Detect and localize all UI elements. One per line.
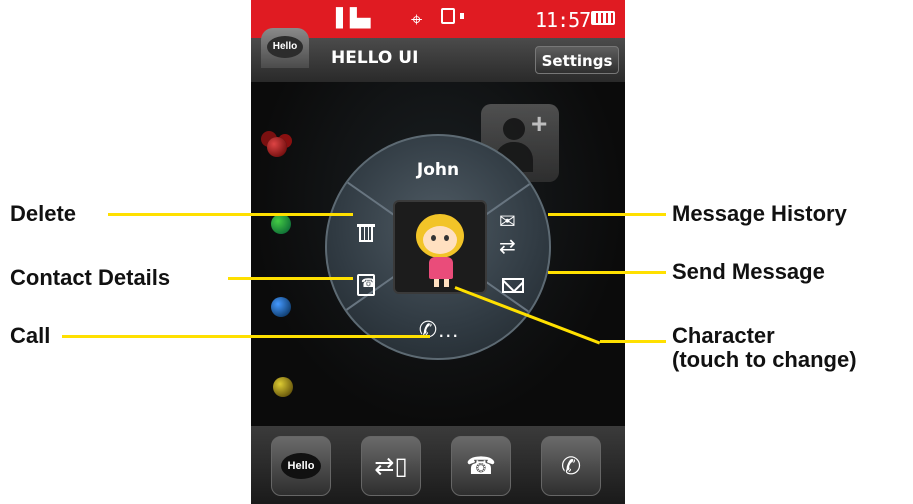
message-history-button[interactable]: ✉⇄ <box>499 211 527 258</box>
message-exchange-icon: ⇄▯ <box>374 452 408 480</box>
hello-home-button[interactable]: Hello <box>271 436 331 496</box>
title-bar: Hello HELLO UI Settings <box>251 28 625 82</box>
call-button[interactable]: ✆… <box>419 316 459 344</box>
clock: 11:57 <box>535 8 591 32</box>
character-callout-line2: (touch to change) <box>672 347 857 372</box>
character-callout-line <box>600 340 666 343</box>
character-avatar-button[interactable] <box>393 200 487 294</box>
contact-details-callout-label: Contact Details <box>10 265 171 290</box>
main-stage: + John ✉⇄ ✆… <box>251 82 625 426</box>
gps-icon: ⌖ <box>411 7 423 31</box>
contact-details-callout-line <box>228 277 353 280</box>
settings-button[interactable]: Settings <box>535 46 619 74</box>
character-dress <box>429 257 453 279</box>
character-leg <box>434 279 439 287</box>
hello-logo-icon: Hello <box>281 453 321 479</box>
trash-icon <box>359 226 373 242</box>
call-callout-line <box>62 335 430 338</box>
delete-button[interactable] <box>352 220 380 248</box>
dialer-button[interactable]: ✆ <box>541 436 601 496</box>
phone-handset-icon: ✆ <box>560 452 582 480</box>
delete-callout-line <box>108 213 353 216</box>
character-eye <box>431 235 436 241</box>
memory-card-icon <box>441 8 464 24</box>
yellow-contact-dot[interactable] <box>273 377 293 397</box>
blue-contact-dot[interactable] <box>271 297 291 317</box>
call-callout-label: Call <box>10 323 51 348</box>
send-message-callout-label: Send Message <box>672 259 825 284</box>
phone-screen: ▐▐▄ ⌖ 11:57 Hello HELLO UI Settings + Jo… <box>251 0 625 504</box>
radial-contact-menu: John ✉⇄ ✆… <box>325 134 551 360</box>
contact-name: John <box>416 160 460 180</box>
trash-icon-lid <box>357 224 375 227</box>
plus-icon: + <box>531 108 548 139</box>
battery-icon <box>591 11 615 25</box>
contact-details-button[interactable] <box>352 271 380 299</box>
page-title: HELLO UI <box>331 48 419 68</box>
envelope-icon <box>502 277 524 293</box>
send-message-button[interactable] <box>499 271 527 299</box>
character-eye <box>444 235 449 241</box>
red-contact-dot[interactable] <box>267 137 287 157</box>
character-leg <box>444 279 449 287</box>
hello-tab[interactable]: Hello <box>261 28 309 68</box>
character-callout-label: Character (touch to change) <box>672 324 912 372</box>
messaging-button[interactable]: ⇄▯ <box>361 436 421 496</box>
phone-handset-icon: ✆… <box>418 317 460 342</box>
hello-logo-icon: Hello <box>267 36 303 58</box>
character-face <box>423 226 457 254</box>
message-history-icon: ✉⇄ <box>499 211 516 258</box>
status-bar: ▐▐▄ ⌖ 11:57 <box>251 0 625 38</box>
person-icon <box>503 118 525 140</box>
delete-callout-label: Delete <box>10 201 77 226</box>
bottom-toolbar: Hello ⇄▯ ☎ ✆ <box>251 426 625 504</box>
contacts-book-icon: ☎ <box>466 452 496 480</box>
message-history-callout-label: Message History <box>672 201 847 226</box>
contact-card-icon <box>357 274 376 296</box>
send-message-callout-line <box>548 271 666 274</box>
signal-icon: ▐▐▄ <box>329 8 371 29</box>
character-callout-line1: Character <box>672 323 775 348</box>
contacts-button[interactable]: ☎ <box>451 436 511 496</box>
green-contact-dot[interactable] <box>271 214 291 234</box>
message-history-callout-line <box>548 213 666 216</box>
